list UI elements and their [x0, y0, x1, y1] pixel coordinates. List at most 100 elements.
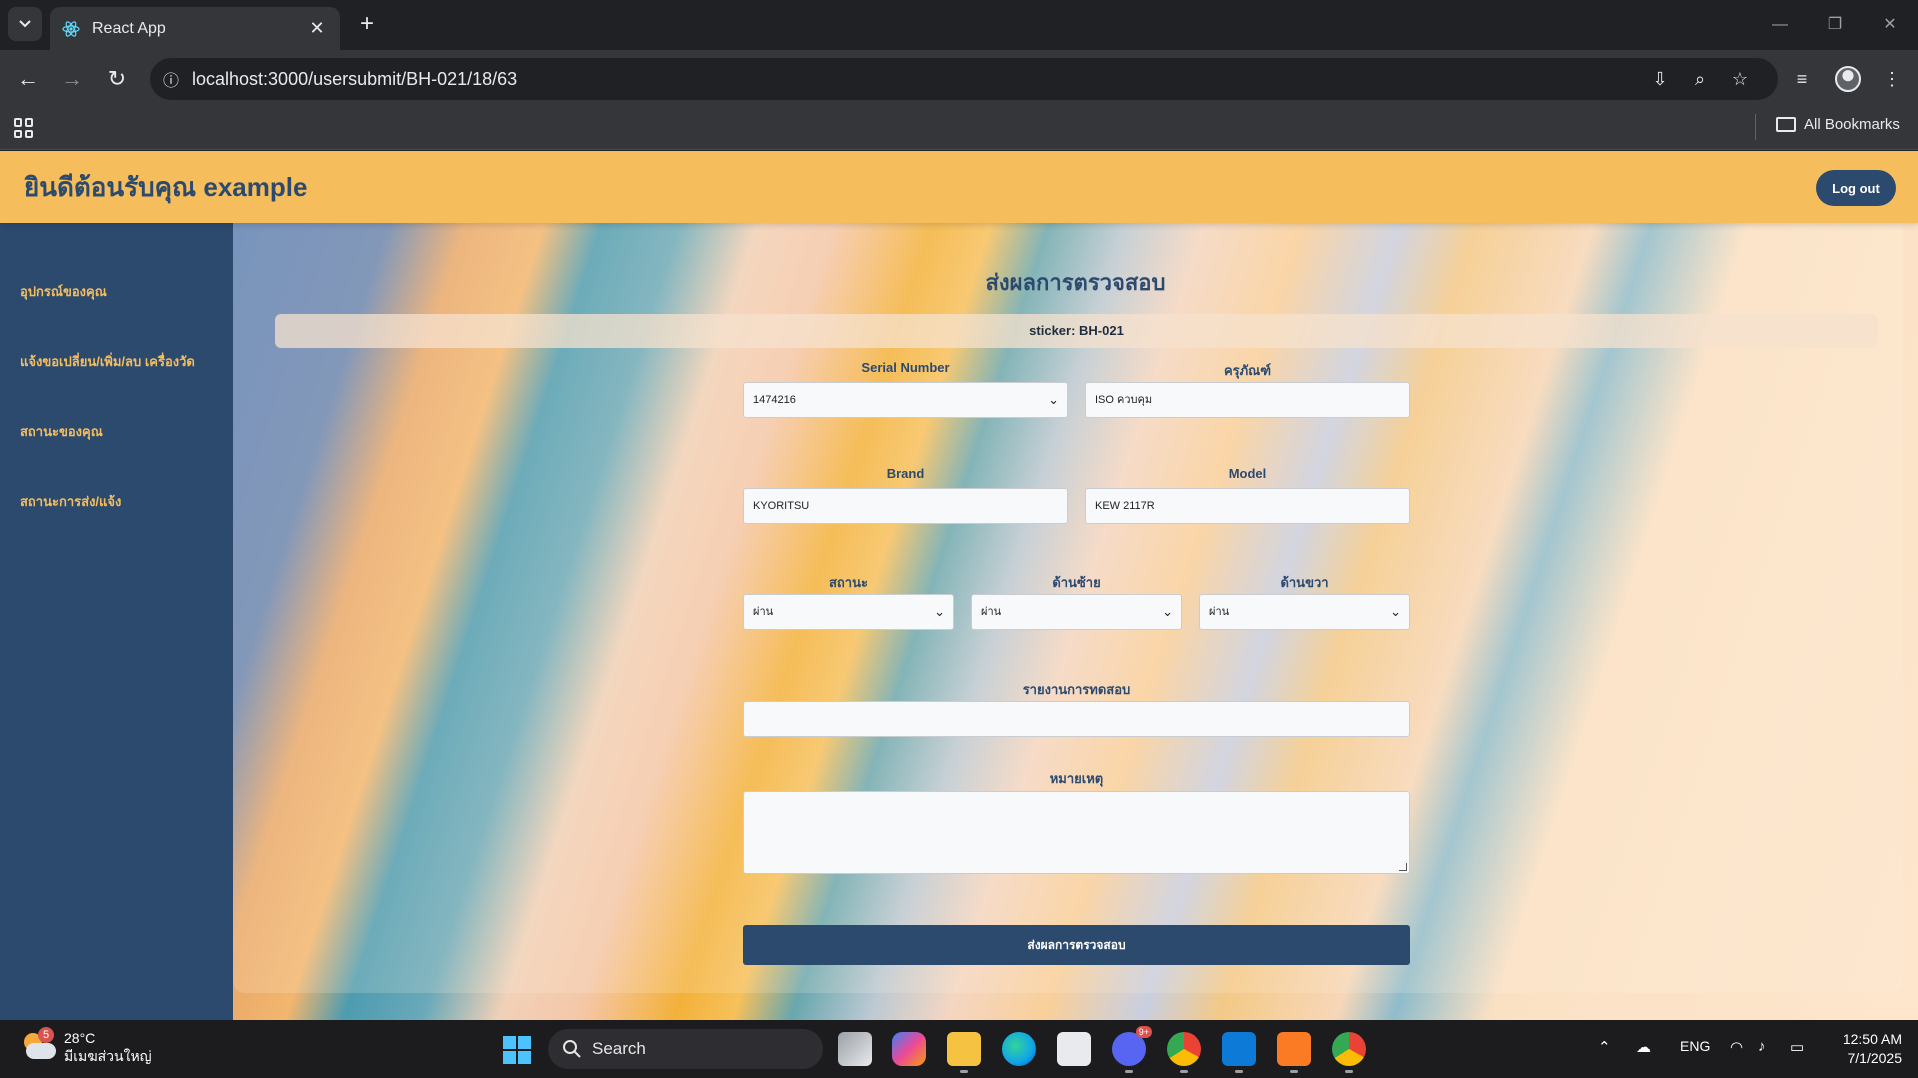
weather-description: มีเมฆส่วนใหญ่: [64, 1048, 152, 1064]
react-logo-icon: [62, 20, 80, 37]
search-label: Search: [592, 1039, 646, 1058]
sidebar-item-submission-status[interactable]: สถานะการส่ง/แจ้ง: [20, 491, 121, 512]
left-side-value: ผ่าน: [981, 606, 1002, 618]
cloudy-weather-icon: 5: [22, 1027, 56, 1061]
test-report-input[interactable]: [743, 701, 1410, 737]
xampp-icon[interactable]: [1277, 1032, 1311, 1073]
brand-label: Brand: [886, 466, 925, 481]
back-button[interactable]: ←: [12, 63, 44, 95]
right-side-select[interactable]: ผ่าน ⌄: [1199, 594, 1410, 630]
right-side-label: ด้านขวา: [1280, 575, 1329, 590]
all-bookmarks-label: All Bookmarks: [1804, 116, 1900, 133]
battery-icon[interactable]: ▭: [1790, 1038, 1804, 1056]
clock-date: 7/1/2025: [1847, 1050, 1903, 1066]
show-hidden-icons-icon[interactable]: ⌃: [1598, 1038, 1611, 1056]
weather-badge: 5: [38, 1027, 54, 1043]
weather-widget[interactable]: 5 28°C มีเมฆส่วนใหญ่: [22, 1027, 152, 1065]
zoom-icon[interactable]: ⌕: [1687, 66, 1713, 92]
equipment-label: ครุภัณฑ์: [1223, 363, 1272, 378]
model-value: KEW 2117R: [1095, 500, 1155, 512]
bookmark-star-icon[interactable]: ☆: [1727, 66, 1753, 92]
status-select[interactable]: ผ่าน ⌄: [743, 594, 954, 630]
volume-icon[interactable]: ♪: [1758, 1038, 1766, 1055]
wifi-icon[interactable]: ◠: [1730, 1038, 1743, 1056]
vscode-icon[interactable]: [1222, 1032, 1256, 1073]
tab-title: React App: [92, 19, 166, 37]
bookmarks-bar: All Bookmarks: [0, 108, 1918, 150]
active-tab[interactable]: React App ✕: [50, 7, 340, 50]
sticker-bar: sticker: BH-021: [275, 314, 1878, 348]
discord-icon[interactable]: 9+: [1112, 1026, 1152, 1073]
minimize-button[interactable]: —: [1760, 10, 1800, 40]
brand-value: KYORITSU: [753, 500, 810, 512]
serial-number-value: 1474216: [753, 394, 796, 406]
onedrive-icon[interactable]: ☁: [1636, 1038, 1651, 1056]
model-input[interactable]: KEW 2117R: [1085, 488, 1410, 524]
app-header: ยินดีต้อนรับคุณ example Log out: [0, 151, 1918, 223]
submit-button[interactable]: ส่งผลการตรวจสอบ: [743, 925, 1410, 965]
windows-taskbar: 5 28°C มีเมฆส่วนใหญ่ Search 9+ ⌃ ☁ ENG ◠…: [0, 1020, 1918, 1078]
bookmarks-separator: [1755, 114, 1756, 140]
forward-button[interactable]: →: [56, 63, 88, 95]
microsoft-store-icon[interactable]: [1057, 1032, 1091, 1066]
test-report-label: รายงานการทดสอบ: [1022, 682, 1131, 697]
equipment-value: ISO ควบคุม: [1095, 394, 1153, 406]
copilot-icon[interactable]: [892, 1032, 926, 1066]
status-label: สถานะ: [829, 575, 868, 590]
restore-button[interactable]: ❐: [1815, 10, 1855, 40]
menu-icon[interactable]: ⋮: [1876, 63, 1908, 95]
brand-input[interactable]: KYORITSU: [743, 488, 1068, 524]
chrome-profile-icon[interactable]: [1332, 1032, 1366, 1073]
close-tab-icon[interactable]: ✕: [306, 18, 328, 39]
tab-search-button[interactable]: [8, 7, 42, 41]
equipment-input[interactable]: ISO ควบคุม: [1085, 382, 1410, 418]
right-side-value: ผ่าน: [1209, 606, 1230, 618]
file-explorer-icon[interactable]: [947, 1032, 981, 1073]
sidebar-item-status[interactable]: สถานะของคุณ: [20, 421, 103, 442]
chevron-down-icon: ⌄: [1390, 604, 1401, 619]
taskbar-search[interactable]: Search: [548, 1029, 823, 1069]
note-label: หมายเหตุ: [1049, 771, 1104, 786]
sidebar: อุปกรณ์ของคุณ แจ้งขอเปลี่ยน/เพิ่ม/ลบ เคร…: [0, 223, 233, 1020]
close-window-button[interactable]: ✕: [1870, 10, 1910, 40]
browser-toolbar: ← → ↻ ⓘ localhost:3000/usersubmit/BH-021…: [0, 50, 1918, 108]
language-indicator[interactable]: ENG: [1680, 1038, 1710, 1054]
windows-start-icon[interactable]: [503, 1036, 531, 1064]
logout-button[interactable]: Log out: [1816, 170, 1896, 206]
welcome-title: ยินดีต้อนรับคุณ example: [24, 172, 308, 202]
all-bookmarks-button[interactable]: All Bookmarks: [1776, 116, 1900, 133]
search-icon: [563, 1040, 581, 1058]
profile-avatar[interactable]: [1835, 66, 1861, 92]
install-app-icon[interactable]: ⇩: [1647, 66, 1673, 92]
note-textarea[interactable]: [743, 791, 1410, 874]
status-value: ผ่าน: [753, 606, 774, 618]
edge-browser-icon[interactable]: [1002, 1032, 1036, 1066]
form-title: ส่งผลการตรวจสอบ: [985, 270, 1166, 295]
clock-time: 12:50 AM: [1842, 1031, 1902, 1047]
new-tab-button[interactable]: +: [352, 10, 382, 40]
serial-number-select[interactable]: 1474216 ⌄: [743, 382, 1068, 418]
clock[interactable]: 12:50 AM 7/1/2025: [1832, 1030, 1902, 1068]
left-side-label: ด้านซ้าย: [1052, 575, 1101, 590]
apps-grid-icon[interactable]: [14, 118, 34, 138]
temperature: 28°C: [64, 1030, 96, 1046]
sidebar-item-request-change[interactable]: แจ้งขอเปลี่ยน/เพิ่ม/ลบ เครื่องวัด: [20, 351, 195, 372]
task-view-icon[interactable]: [838, 1032, 872, 1066]
address-bar[interactable]: ⓘ localhost:3000/usersubmit/BH-021/18/63…: [150, 58, 1778, 100]
chevron-down-icon: [19, 20, 31, 28]
sidebar-item-devices[interactable]: อุปกรณ์ของคุณ: [20, 281, 107, 302]
reload-button[interactable]: ↻: [101, 63, 133, 95]
chevron-down-icon: ⌄: [1048, 392, 1059, 407]
chrome-icon[interactable]: [1167, 1032, 1201, 1073]
folder-icon: [1776, 117, 1796, 132]
discord-badge: 9+: [1135, 1026, 1152, 1038]
web-page: ยินดีต้อนรับคุณ example Log out อุปกรณ์ข…: [0, 151, 1918, 1020]
resize-handle-icon[interactable]: [1399, 863, 1407, 871]
media-control-icon[interactable]: ≡: [1786, 63, 1818, 95]
site-info-icon[interactable]: ⓘ: [150, 67, 192, 91]
left-side-select[interactable]: ผ่าน ⌄: [971, 594, 1182, 630]
chevron-down-icon: ⌄: [934, 604, 945, 619]
chevron-down-icon: ⌄: [1162, 604, 1173, 619]
url-text[interactable]: localhost:3000/usersubmit/BH-021/18/63: [192, 69, 517, 90]
browser-tab-strip: React App ✕ + — ❐ ✕: [0, 0, 1918, 50]
